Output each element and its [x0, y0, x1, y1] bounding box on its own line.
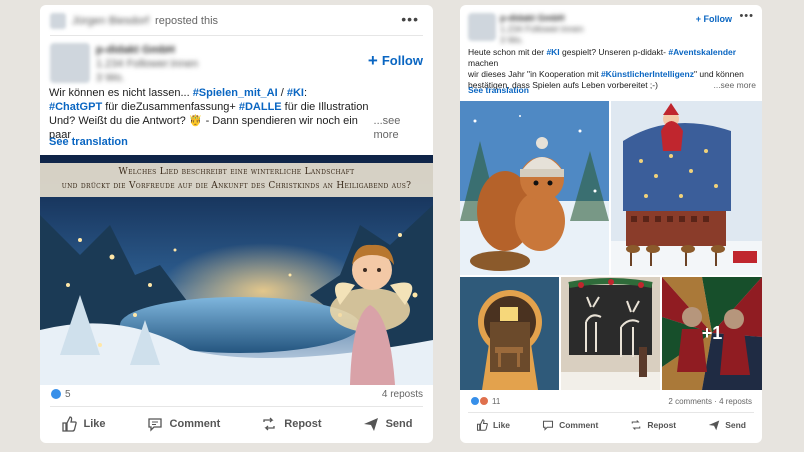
text-line1: Wir können es nicht lassen...: [49, 87, 193, 99]
like-button[interactable]: Like: [476, 419, 510, 431]
repost-label: Repost: [647, 420, 677, 430]
like-icon: [61, 416, 77, 432]
santa-building-image: [611, 101, 762, 275]
post-time: 3 Wo.: [96, 72, 125, 84]
hashtag-chatgpt[interactable]: #ChatGPT: [49, 101, 102, 113]
plus-icon: +: [367, 51, 378, 70]
squirrel-image: [460, 101, 609, 275]
see-translation-link[interactable]: See translation: [49, 136, 128, 148]
text-part: Heute schon mit der: [468, 47, 547, 57]
reposter-name[interactable]: Jürgen Biesdorf: [72, 15, 149, 27]
grid-image-keyhole[interactable]: [460, 277, 559, 390]
reindeer-image: [561, 277, 660, 390]
text-line2-end: für die Illustration: [281, 101, 369, 113]
action-bar: Like Comment Repost Send: [460, 419, 762, 431]
send-label: Send: [385, 418, 413, 430]
ellipsis-icon[interactable]: •••: [739, 10, 754, 22]
like-button[interactable]: Like: [61, 416, 106, 432]
reaction-count: 5: [65, 388, 71, 400]
divider: [50, 35, 423, 36]
left-post-card: Jürgen Biesdorf reposted this ••• p-dida…: [40, 5, 433, 443]
hashtag-spielen[interactable]: #Spielen_mit_AI: [193, 87, 278, 99]
text-colon: :: [303, 87, 308, 99]
comment-button[interactable]: Comment: [542, 419, 598, 431]
repost-label: Repost: [284, 418, 322, 430]
reaction-count: 11: [492, 396, 501, 406]
hashtag-aventskalender[interactable]: #Aventskalender: [668, 47, 736, 57]
more-images-count[interactable]: +1: [662, 277, 762, 390]
post-time: 3 Wo.: [500, 35, 524, 45]
text-part: " und können: [693, 69, 744, 79]
image-caption: Welches Lied beschreibt eine winterliche…: [40, 165, 433, 193]
post-stats: 5 4 reposts: [40, 388, 433, 400]
author-subtitle: 1.234 Follower:innen: [500, 24, 584, 34]
text-part: machen: [468, 58, 499, 68]
comment-icon: [147, 418, 162, 432]
repost-icon: [632, 420, 641, 430]
action-bar: Like Comment Repost Send: [40, 416, 433, 432]
author-block: p-didakt GmbH 1.234 Follower:innen 3 Wo.: [96, 43, 198, 85]
grid-image-santa-dance[interactable]: +1: [662, 277, 762, 390]
reaction-summary[interactable]: 5: [50, 388, 71, 400]
author-subtitle: 1.234 Follower:innen: [96, 58, 199, 70]
see-more-link[interactable]: ...see more: [374, 114, 427, 142]
send-icon: [363, 418, 378, 431]
repost-button[interactable]: Repost: [630, 419, 676, 431]
divider: [468, 412, 754, 413]
post-image[interactable]: Welches Lied beschreibt eine winterliche…: [40, 155, 433, 385]
image-caption-line2: und drückt die Vorfreude auf die Ankunft…: [61, 181, 412, 191]
follow-label: Follow: [381, 53, 423, 68]
like-label: Like: [83, 418, 106, 430]
reposts-count[interactable]: 4 reposts: [382, 389, 423, 400]
comment-label: Comment: [559, 420, 599, 430]
reaction-summary[interactable]: 11: [470, 396, 500, 406]
text-line2: für dieZusammenfassung+: [102, 101, 239, 113]
like-label: Like: [493, 420, 511, 430]
author-name[interactable]: p-didakt GmbH: [500, 13, 584, 24]
follow-button[interactable]: + Follow: [696, 14, 732, 24]
send-icon: [708, 420, 720, 431]
send-button[interactable]: Send: [708, 419, 746, 431]
keyhole-image: [460, 277, 559, 390]
image-caption-line1: Welches Lied beschreibt eine winterliche…: [118, 167, 355, 177]
repost-header: Jürgen Biesdorf reposted this: [50, 13, 433, 29]
reposter-avatar[interactable]: [50, 13, 66, 29]
repost-icon: [263, 417, 275, 431]
author-avatar[interactable]: [468, 13, 496, 41]
ellipsis-icon[interactable]: •••: [401, 11, 419, 27]
follow-button[interactable]: + Follow: [367, 51, 423, 70]
send-label: Send: [725, 420, 746, 430]
post-stats: 11 2 comments · 4 reposts: [460, 396, 762, 406]
comments-reposts-count[interactable]: 2 comments · 4 reposts: [668, 397, 752, 406]
text-part: wir dieses Jahr "in Kooperation mit: [468, 69, 601, 79]
right-post-card: p-didakt GmbH 1.234 Follower:innen 3 Wo.…: [460, 5, 762, 443]
divider: [50, 406, 423, 407]
like-icon: [476, 419, 488, 431]
grid-image-santa-building[interactable]: [611, 101, 762, 275]
hashtag-ki[interactable]: #KI: [546, 47, 559, 57]
grid-image-squirrel[interactable]: [460, 101, 609, 275]
hashtag-dalle[interactable]: #DALLE: [239, 101, 282, 113]
post-text: Wir können es nicht lassen... #Spielen_m…: [49, 86, 427, 142]
text-sep: /: [277, 87, 287, 99]
see-more-link[interactable]: ...see more: [713, 80, 756, 91]
author-avatar[interactable]: [50, 43, 90, 83]
send-button[interactable]: Send: [363, 416, 413, 432]
repost-action-text: reposted this: [155, 15, 219, 27]
like-reaction-icon: [50, 388, 62, 400]
text-part: gespielt? Unseren p-didakt-: [559, 47, 669, 57]
hashtag-ki[interactable]: #KI: [287, 87, 304, 99]
love-reaction-icon: [479, 396, 489, 406]
hashtag-kuenstliche-intelligenz[interactable]: #KünstlicherIntelligenz: [601, 69, 694, 79]
author-block: p-didakt GmbH 1.234 Follower:innen 3 Wo.: [500, 13, 584, 46]
author-name[interactable]: p-didakt GmbH: [96, 43, 198, 57]
comment-button[interactable]: Comment: [147, 416, 221, 432]
repost-button[interactable]: Repost: [261, 416, 322, 432]
see-translation-link[interactable]: See translation: [468, 85, 529, 95]
comment-label: Comment: [169, 418, 221, 430]
grid-image-reindeer[interactable]: [561, 277, 660, 390]
comment-icon: [543, 420, 554, 431]
